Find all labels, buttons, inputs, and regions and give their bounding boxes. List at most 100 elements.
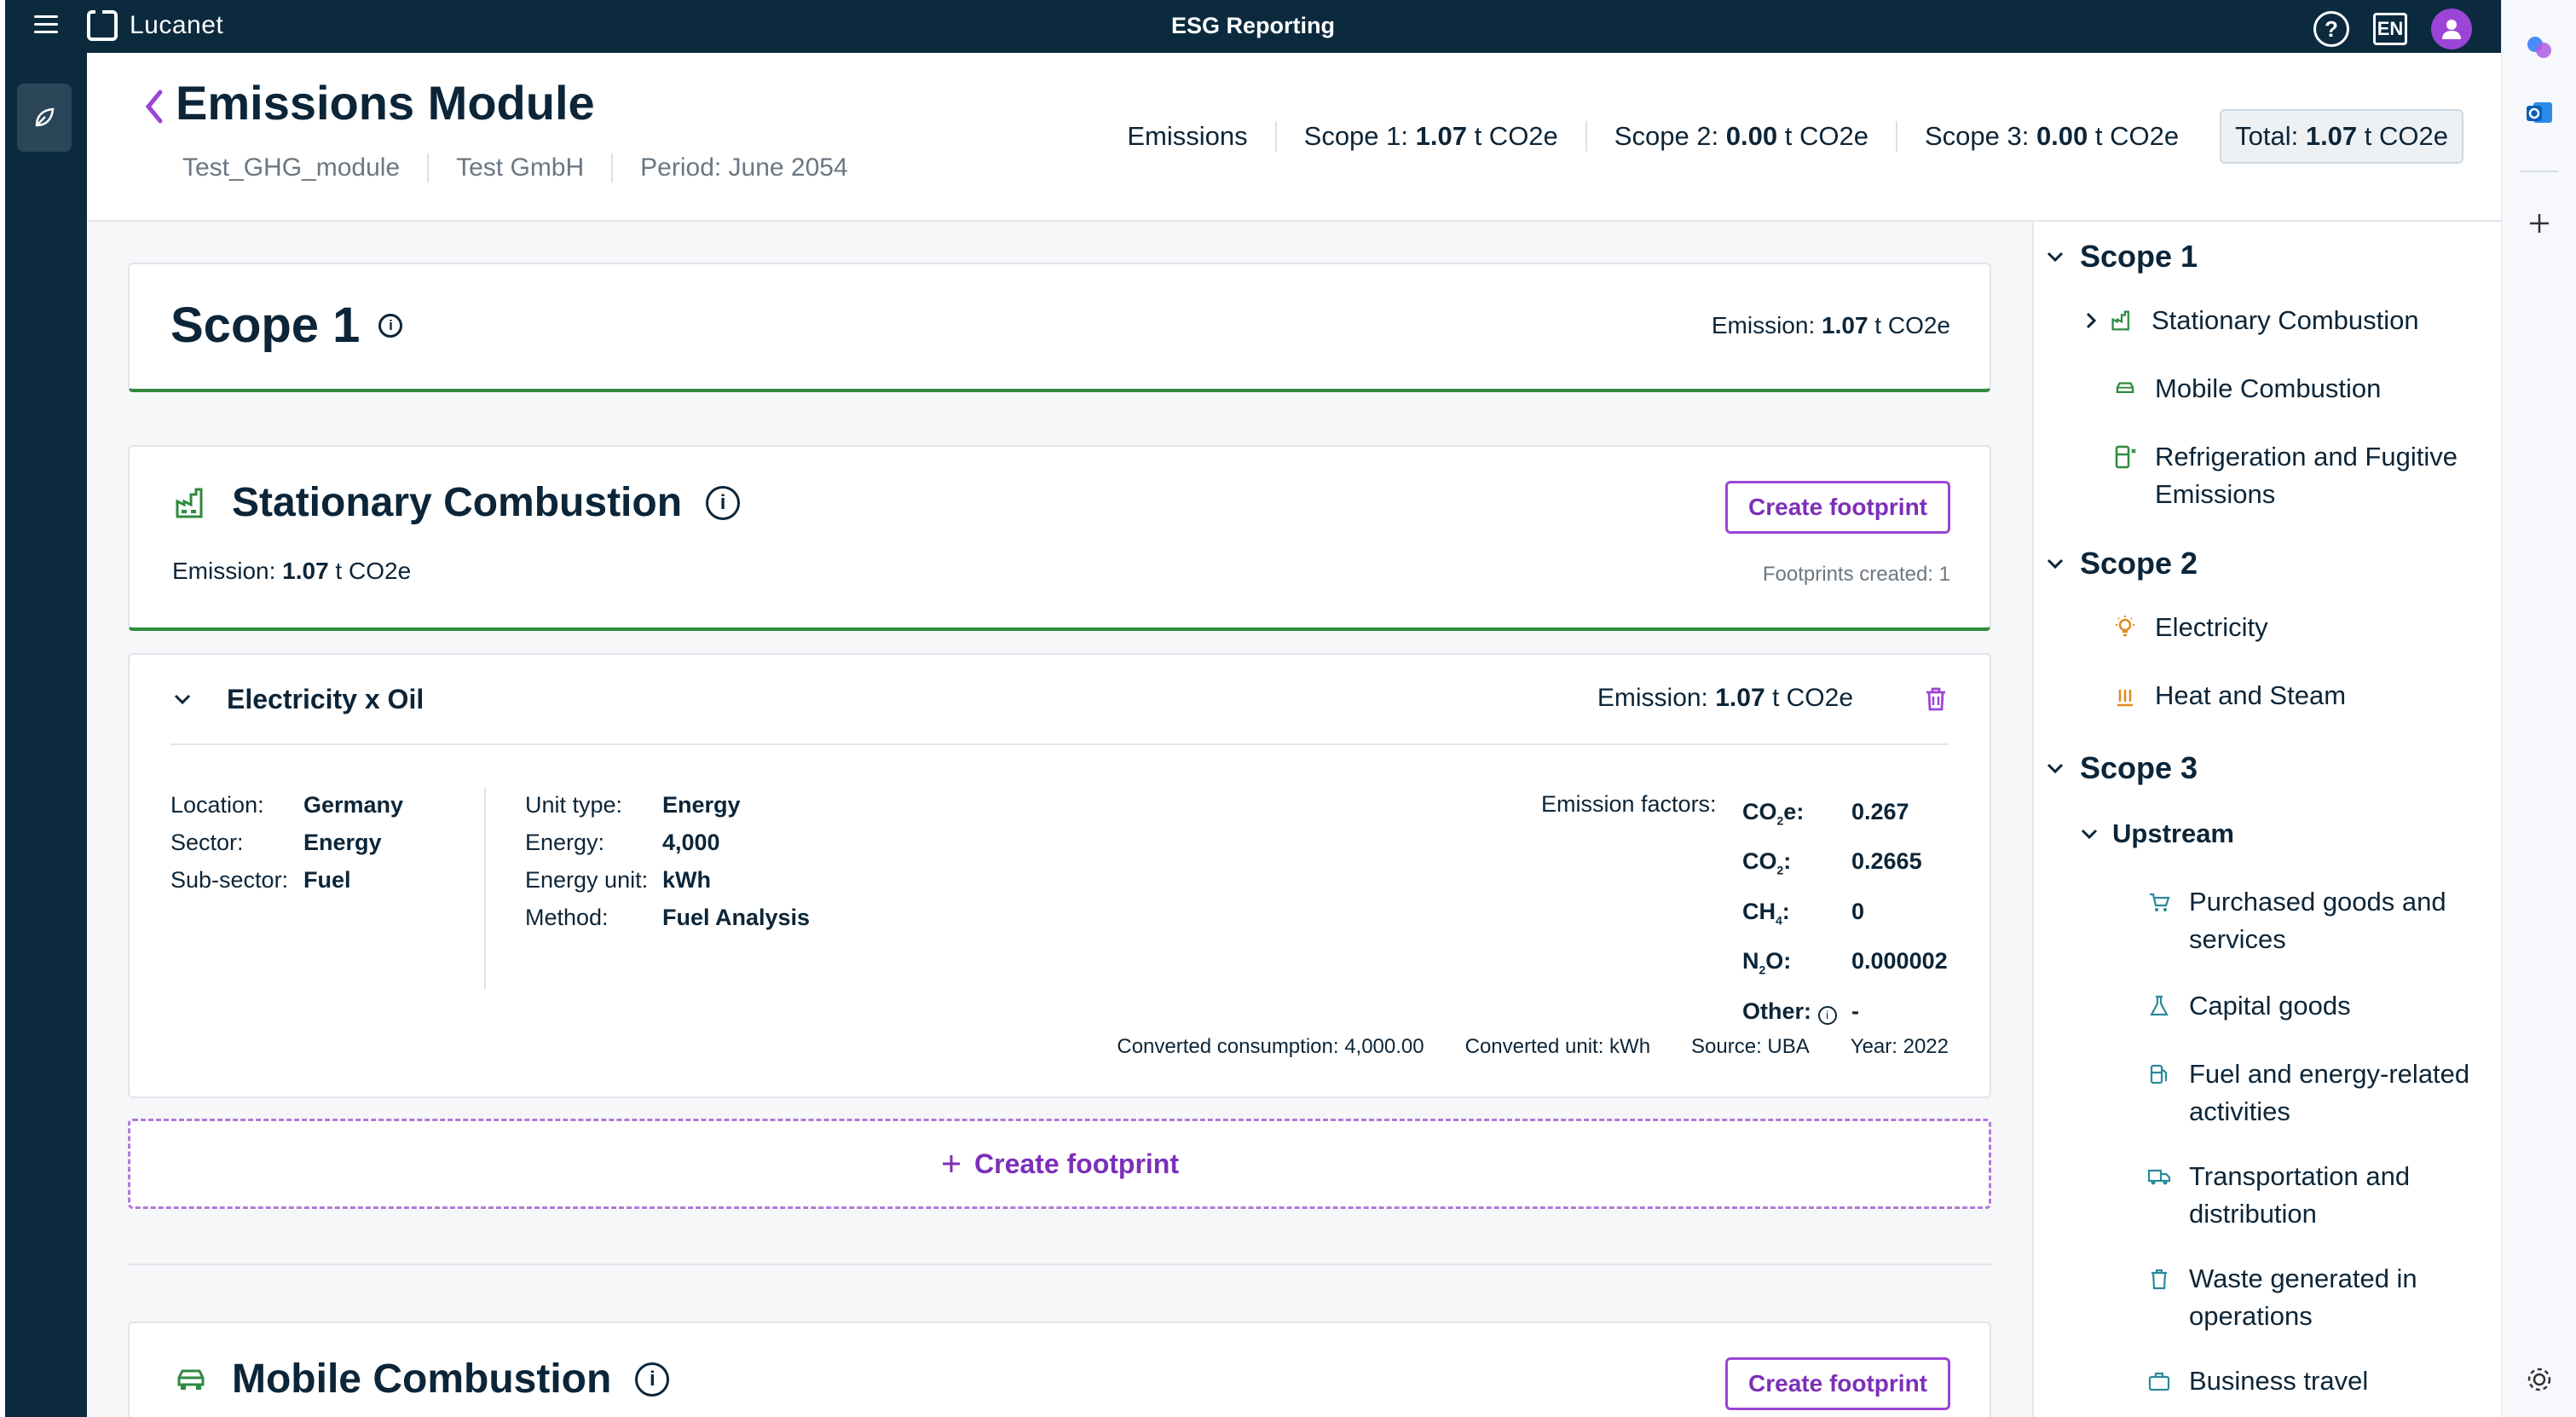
- module-name: Test_GHG_module: [182, 153, 401, 182]
- create-footprint-button[interactable]: Create footprint: [1725, 481, 1950, 534]
- nav-item-heat-and-steam[interactable]: Heat and Steam: [2112, 677, 2346, 714]
- emissions-nav-button[interactable]: [17, 84, 72, 152]
- divider: [170, 743, 1949, 745]
- location-details: Location: Germany Sector: Energy Sub-secto…: [170, 792, 404, 893]
- emission-factors-label: Emission factors:: [1541, 791, 1717, 817]
- period: Period: June 2054: [611, 153, 875, 182]
- heat-icon: [2117, 690, 2133, 707]
- main-content: Scope 1 i Emission: 1.07 t CO2e Stationa…: [87, 222, 2032, 1417]
- nav-scope2[interactable]: Scope 2: [2046, 546, 2198, 581]
- info-icon[interactable]: i: [706, 485, 741, 520]
- emissions-summary: Emissions Scope 1: 1.07 t CO2e Scope 2: …: [1127, 109, 2463, 164]
- footprints-created: Footprints created: 1: [1762, 563, 1950, 586]
- user-icon: [2442, 20, 2461, 39]
- company-name: Test GmbH: [427, 153, 611, 182]
- year: Year: 2022: [1850, 1035, 1949, 1058]
- chevron-down-icon: [2047, 252, 2064, 263]
- nav-item-mobile-combustion[interactable]: Mobile Combustion: [2112, 370, 2381, 408]
- nav-item-fuel-energy[interactable]: Fuel and energy-related activities: [2146, 1056, 2487, 1131]
- chevron-down-icon: [2081, 829, 2098, 840]
- language-selector[interactable]: EN: [2373, 13, 2407, 45]
- mobile-combustion-title: Mobile Combustion: [232, 1356, 612, 1402]
- divider: [484, 788, 486, 989]
- stationary-combustion-title: Stationary Combustion: [232, 480, 683, 525]
- car-icon: [177, 1369, 205, 1390]
- copilot-icon[interactable]: [2521, 29, 2558, 67]
- browser-sidebar: [2501, 0, 2576, 1417]
- energy-details: Unit type: Energy Energy: 4,000 Energy uni…: [525, 792, 811, 930]
- info-icon[interactable]: i: [378, 313, 403, 338]
- fuel-pump-icon: [2150, 1064, 2168, 1084]
- scope-navigation: Scope 1 Stationary Combustion Mobile Com…: [2032, 222, 2501, 1417]
- scope1-title: Scope 1: [170, 298, 361, 353]
- page-title: Emissions Module: [176, 76, 595, 130]
- scope1-emission: Emission: 1.07 t CO2e: [1711, 312, 1950, 338]
- mobile-combustion-heading: Mobile Combustion i: [174, 1356, 670, 1403]
- source: Source: UBA: [1691, 1035, 1810, 1058]
- emission-factors-list: CO2e: 0.267 CO2: 0.2665 CH4: 0 N2O: 0.000002…: [1742, 799, 1948, 1025]
- nav-item-stationary-combustion[interactable]: Stationary Combustion: [2078, 302, 2419, 339]
- flask-icon: [2150, 995, 2169, 1016]
- factory-icon: [176, 488, 203, 518]
- page-header: Emissions Module Test_GHG_module Test Gm…: [87, 53, 2501, 222]
- total-summary: Total: 1.07 t CO2e: [2220, 109, 2463, 164]
- settings-gear-icon[interactable]: [2521, 1361, 2558, 1398]
- nav-item-waste[interactable]: Waste generated in operations: [2146, 1260, 2487, 1335]
- help-icon[interactable]: ?: [2313, 11, 2349, 47]
- footprint-footer: Converted consumption: 4,000.00 Converte…: [1117, 1035, 1949, 1059]
- add-icon[interactable]: [2521, 205, 2558, 242]
- lightbulb-icon: [2116, 616, 2134, 637]
- app-title: ESG Reporting: [1170, 13, 1335, 38]
- stationary-combustion-heading: Stationary Combustion i: [174, 479, 741, 526]
- nav-upstream[interactable]: Upstream: [2080, 818, 2234, 849]
- converted-unit: Converted unit: kWh: [1464, 1035, 1651, 1058]
- create-footprint-button[interactable]: Create footprint: [1725, 1357, 1950, 1410]
- stationary-emission: Emission: 1.07 t CO2e: [172, 558, 412, 584]
- left-nav: [5, 53, 87, 1417]
- truck-icon: [2147, 1169, 2171, 1185]
- nav-item-business-travel[interactable]: Business travel: [2146, 1362, 2368, 1400]
- nav-item-refrigeration[interactable]: Refrigeration and Fugitive Emissions: [2112, 438, 2487, 513]
- info-icon[interactable]: i: [635, 1362, 670, 1397]
- nav-item-electricity[interactable]: Electricity: [2112, 609, 2268, 646]
- chevron-right-icon: [2086, 312, 2097, 329]
- mobile-combustion-card: Mobile Combustion i Create footprint: [128, 1322, 1991, 1417]
- briefcase-icon: [2148, 1372, 2170, 1391]
- create-footprint-dashed-button[interactable]: Create footprint: [128, 1119, 1991, 1209]
- factory-icon: [2111, 310, 2129, 331]
- refrigerator-icon: [2115, 445, 2136, 469]
- footprint-emission: Emission: 1.07 t CO2e: [1597, 684, 1853, 712]
- converted-consumption: Converted consumption: 4,000.00: [1117, 1035, 1424, 1058]
- user-avatar[interactable]: [2431, 9, 2472, 49]
- scope1-card: Scope 1 i Emission: 1.07 t CO2e: [128, 263, 1991, 392]
- info-icon[interactable]: i: [1817, 1005, 1837, 1025]
- cart-icon: [2150, 893, 2170, 911]
- scope3-summary: Scope 3: 0.00 t CO2e: [1895, 121, 2206, 152]
- footprint-title[interactable]: Electricity x Oil: [227, 684, 424, 715]
- car-icon: [2116, 382, 2134, 394]
- page-meta: Test_GHG_module Test GmbH Period: June 2…: [182, 153, 875, 182]
- back-chevron-icon[interactable]: [142, 85, 167, 128]
- nav-item-purchased-goods[interactable]: Purchased goods and services: [2146, 883, 2487, 958]
- top-bar: Lucanet ESG Reporting ? EN: [5, 0, 2501, 53]
- nav-item-capital-goods[interactable]: Capital goods: [2146, 987, 2351, 1025]
- scope2-summary: Scope 2: 0.00 t CO2e: [1585, 121, 1896, 152]
- trash-icon: [2151, 1269, 2167, 1290]
- footprint-card: Electricity x Oil Emission: 1.07 t CO2e …: [128, 653, 1991, 1098]
- nav-scope1[interactable]: Scope 1: [2046, 239, 2198, 275]
- sidebar-divider: [2521, 171, 2558, 172]
- chevron-down-icon: [2047, 558, 2064, 570]
- stationary-combustion-card: Stationary Combustion i Create footprint…: [128, 445, 1991, 631]
- scope1-summary: Scope 1: 1.07 t CO2e: [1274, 121, 1585, 152]
- collapse-chevron-icon[interactable]: [172, 692, 193, 706]
- summary-label: Emissions: [1127, 121, 1248, 151]
- leaf-icon: [35, 107, 55, 127]
- divider: [128, 1264, 1991, 1265]
- outlook-icon[interactable]: [2521, 94, 2558, 131]
- delete-trash-icon[interactable]: [1923, 685, 1949, 713]
- plus-icon: [943, 1155, 960, 1172]
- scope1-heading: Scope 1 i: [170, 297, 403, 354]
- nav-scope3[interactable]: Scope 3: [2046, 750, 2198, 786]
- nav-item-transportation[interactable]: Transportation and distribution: [2146, 1158, 2487, 1233]
- create-footprint-label: Create footprint: [974, 1148, 1179, 1179]
